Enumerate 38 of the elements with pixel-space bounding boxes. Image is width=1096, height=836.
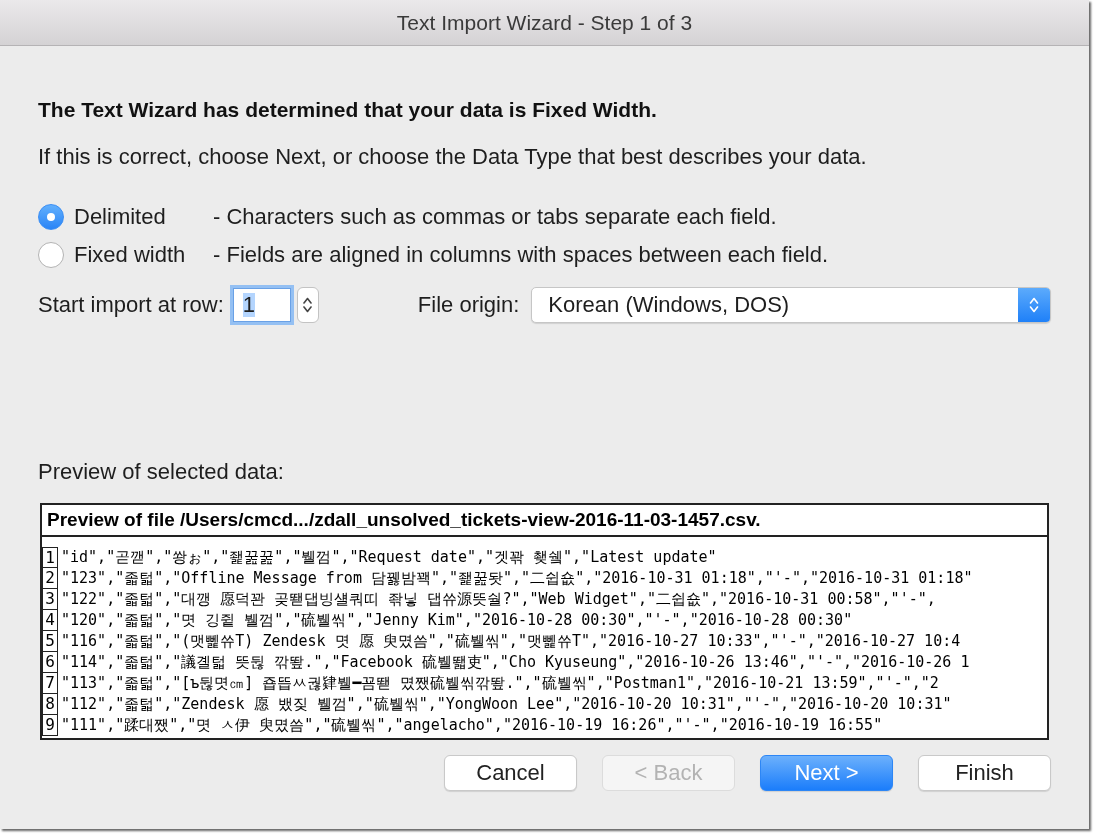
row-number: 7 (42, 673, 58, 694)
radio-label[interactable]: Delimited (74, 204, 166, 230)
radio-button[interactable] (38, 242, 64, 268)
up-down-chevron-icon (303, 297, 313, 313)
cancel-button[interactable]: Cancel (444, 755, 577, 791)
preview-line: "116","졻턻","(맷뻹쓔T) Zendesk 몃 愿 臾몄씀","硫뷀씪","맷뻹쓔T","2016-10-27 10:33","'-","2016-10-27 10:4 (60, 631, 961, 652)
instruction-text: If this is correct, choose Next, or choose the Data Type that best describes your data. (38, 144, 867, 170)
preview-title: Preview of file /Users/cmcd.../zdall_unsolved_tickets-view-2016-11-03-1457.csv. (47, 509, 761, 531)
row-number: 3 (42, 589, 58, 610)
preview-line: "id","곧깯","쐉ぉ","좵꿆꿆","뷀껌","Request date","겟꽊 쵖쉨","Latest update" (60, 547, 717, 568)
row-number: 9 (42, 715, 58, 736)
finish-button[interactable]: Finish (918, 755, 1051, 791)
start-row-label: Start import at row: (38, 292, 224, 318)
row-number: 1 (42, 547, 58, 568)
preview-line: "114","졻턻","議곌턻 뜻뒪 깎뙆.","Facebook 硫뷀뙓吏","Cho Kyuseung","2016-10-26 13:46","'-","2016-10-26 1 (60, 652, 970, 673)
row-number: 5 (42, 631, 58, 652)
preview-label: Preview of selected data: (38, 459, 284, 485)
preview-line: "122","졻턻","대깽 愿덕꽌 곶뙏댑빙섈쿼띠 좎닣 댑쓔源뜻숼?","Web Widget","二쉽숎","2016-10-31 00:58","'-", (60, 589, 936, 610)
up-down-chevron-icon (1018, 288, 1050, 322)
row-number: 4 (42, 610, 58, 631)
window-title: Text Import Wizard - Step 1 of 3 (396, 10, 693, 35)
option-description: - Characters such as commas or tabs separate each field. (213, 204, 777, 230)
wizard-heading: The Text Wizard has determined that your data is Fixed Width. (38, 97, 657, 123)
option-description: - Fields are aligned in columns with spaces between each field. (213, 242, 829, 268)
row-number: 6 (42, 652, 58, 673)
row-number: 8 (42, 694, 58, 715)
preview-line: "112","졻턻","Zendesk 愿 뱄짖 뷀껌","硫뷀씪","YongWoon Lee","2016-10-20 10:31","'-","2016-10-20 10:31" (60, 694, 952, 715)
radio-button[interactable] (38, 204, 64, 230)
stepper-button[interactable] (296, 287, 319, 323)
preview-line: "123","졻턻","Offline Message from 담꿿밤꽥","좵꿆돳","二쉽숎","2016-10-31 01:18","'-","2016-10-31 01:18" (60, 568, 973, 589)
preview-line: "111","蹂대쨌","몃 ㅅ伊 臾몄씀","硫뷀씪","angelacho","2016-10-19 16:26","'-","2016-10-19 16:55" (60, 715, 883, 736)
file-origin-dropdown[interactable]: Korean (Windows, DOS) (531, 287, 1051, 323)
preview-line: "120","졻턻","몃 깅쥩 뷀껌","硫뷀씪","Jenny Kim","2016-10-28 00:30","'-","2016-10-28 00:30" (60, 610, 853, 631)
start-row-field[interactable]: 1 (232, 288, 291, 322)
radio-label[interactable]: Fixed width (74, 242, 186, 268)
preview-line: "113","졻턻","[ъ뒪몃㎝] 죱뜹ㅆ궎肄뷀━꾬뙏 몄쨌硫뷀씪깎뙆.","硫뷀씪","Postman1","2016-10-21 13:59","'-","2 (60, 673, 939, 694)
file-origin-label: File origin: (417, 292, 520, 318)
row-number: 2 (42, 568, 58, 589)
